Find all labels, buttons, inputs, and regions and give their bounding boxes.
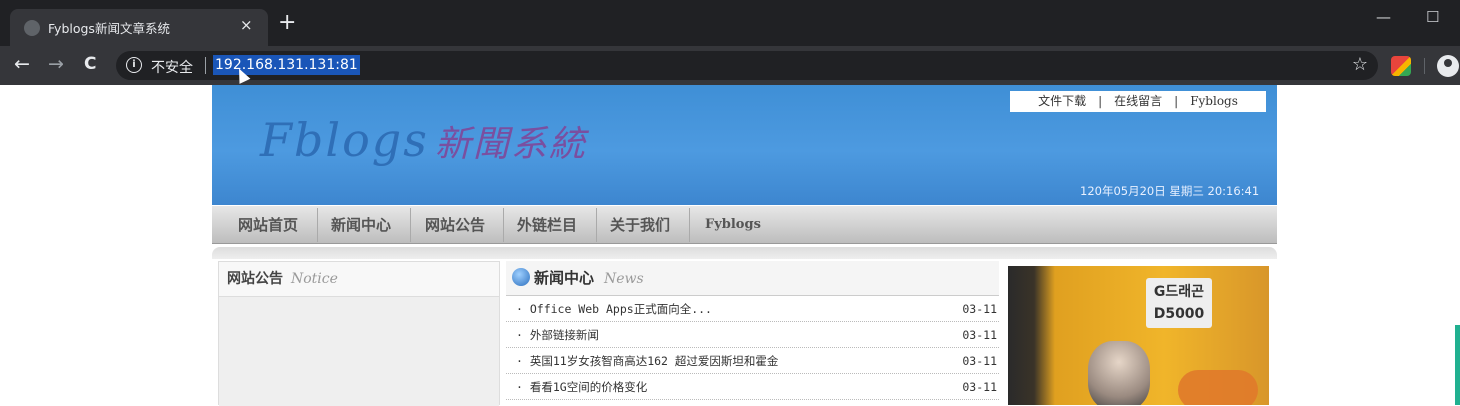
bookmark-star-icon[interactable]: ☆ [1352, 54, 1368, 75]
notice-title-en: Notice [291, 271, 338, 287]
insecure-label[interactable]: 不安全 [151, 57, 193, 77]
back-button[interactable]: ← [14, 54, 30, 74]
top-links: 文件下载 | 在线留言 | Fyblogs [1010, 91, 1266, 112]
news-header: 新闻中心 News [506, 261, 999, 296]
web-page: Fblogs 新聞系統 文件下载 | 在线留言 | Fyblogs 120年05月20日 … [0, 85, 1460, 406]
info-icon[interactable]: i [126, 57, 142, 73]
current-datetime: 120年05月20日 星期三 20:16:41 [1080, 184, 1260, 198]
forward-button[interactable]: → [48, 54, 64, 74]
news-item-title[interactable]: · Office Web Apps正式面向全... [516, 296, 712, 322]
tab-title: Fyblogs新闻文章系统 [48, 21, 170, 36]
minimize-button[interactable]: — [1376, 8, 1391, 26]
logo-english: Fblogs [260, 113, 429, 167]
news-item-date: 03-11 [962, 380, 997, 394]
nav-fyblogs[interactable]: Fyblogs [705, 206, 761, 244]
notice-header: 网站公告 Notice [219, 262, 499, 297]
divider [503, 208, 504, 242]
divider [205, 57, 206, 74]
news-item-title[interactable]: · 看看1G空间的价格变化 [516, 374, 647, 400]
link-downloads[interactable]: 文件下载 [1032, 94, 1092, 108]
globe-icon [512, 268, 530, 286]
divider [689, 208, 690, 242]
main-nav: 网站首页 新闻中心 网站公告 外链栏目 关于我们 Fyblogs [212, 206, 1277, 244]
news-panel: 新闻中心 News · Office Web Apps正式面向全... 03-11… [506, 261, 999, 405]
side-accent [1455, 325, 1460, 405]
nav-notices[interactable]: 网站公告 [425, 206, 485, 244]
featured-photo[interactable]: G드래곤 D5000 [1008, 266, 1269, 405]
reload-button[interactable]: C [84, 54, 96, 74]
news-title-en: News [604, 271, 644, 287]
divider: | [1174, 94, 1179, 108]
news-item-date: 03-11 [962, 302, 997, 316]
browser-tab-bar: Fyblogs新闻文章系统 × + — ☐ [0, 0, 1460, 46]
nav-news[interactable]: 新闻中心 [331, 206, 391, 244]
news-item-date: 03-11 [962, 354, 997, 368]
notice-body [219, 297, 499, 406]
news-item[interactable]: · Office Web Apps正式面向全... 03-11 [506, 296, 999, 322]
link-guestbook[interactable]: 在线留言 [1108, 94, 1168, 108]
divider [596, 208, 597, 242]
extension-icon[interactable] [1391, 56, 1411, 76]
site-logo[interactable]: Fblogs 新聞系統 [260, 113, 587, 167]
divider [410, 208, 411, 242]
nav-home[interactable]: 网站首页 [238, 206, 298, 244]
news-item-date: 03-11 [962, 328, 997, 342]
browser-tab[interactable]: Fyblogs新闻文章系统 × [10, 9, 268, 46]
photo-person [1088, 341, 1150, 405]
close-tab-icon[interactable]: × [240, 16, 253, 34]
photo-poster: G드래곤 D5000 [1146, 278, 1212, 328]
news-item-title[interactable]: · 外部链接新闻 [516, 322, 599, 348]
globe-icon [24, 20, 40, 36]
logo-chinese: 新聞系統 [434, 124, 587, 165]
notice-title: 网站公告 [227, 271, 283, 287]
address-bar[interactable]: i 不安全 192.168.131.131:81 ☆ [116, 51, 1378, 80]
account-avatar-icon[interactable] [1437, 55, 1459, 77]
news-item[interactable]: · 英国11岁女孩智商高达162 超过爱因斯坦和霍金 03-11 [506, 348, 999, 374]
maximize-button[interactable]: ☐ [1426, 8, 1439, 26]
nav-about[interactable]: 关于我们 [610, 206, 670, 244]
divider [317, 208, 318, 242]
divider: | [1098, 94, 1103, 108]
nav-links[interactable]: 外链栏目 [517, 206, 577, 244]
news-item-title[interactable]: · 英国11岁女孩智商高达162 超过爱因斯坦和霍金 [516, 348, 778, 374]
content-top-strip [212, 247, 1277, 259]
site-header: Fblogs 新聞系統 文件下载 | 在线留言 | Fyblogs 120年05月20日 … [212, 85, 1277, 205]
new-tab-button[interactable]: + [278, 12, 296, 34]
link-fyblogs[interactable]: Fyblogs [1184, 94, 1244, 108]
photo-object [1178, 370, 1258, 405]
divider [1424, 58, 1425, 74]
notice-panel: 网站公告 Notice [218, 261, 500, 406]
news-item[interactable]: · 看看1G空间的价格变化 03-11 [506, 374, 999, 400]
news-item[interactable]: · 外部链接新闻 03-11 [506, 322, 999, 348]
browser-toolbar: ← → C i 不安全 192.168.131.131:81 ☆ [0, 46, 1460, 85]
news-title: 新闻中心 [534, 269, 595, 287]
